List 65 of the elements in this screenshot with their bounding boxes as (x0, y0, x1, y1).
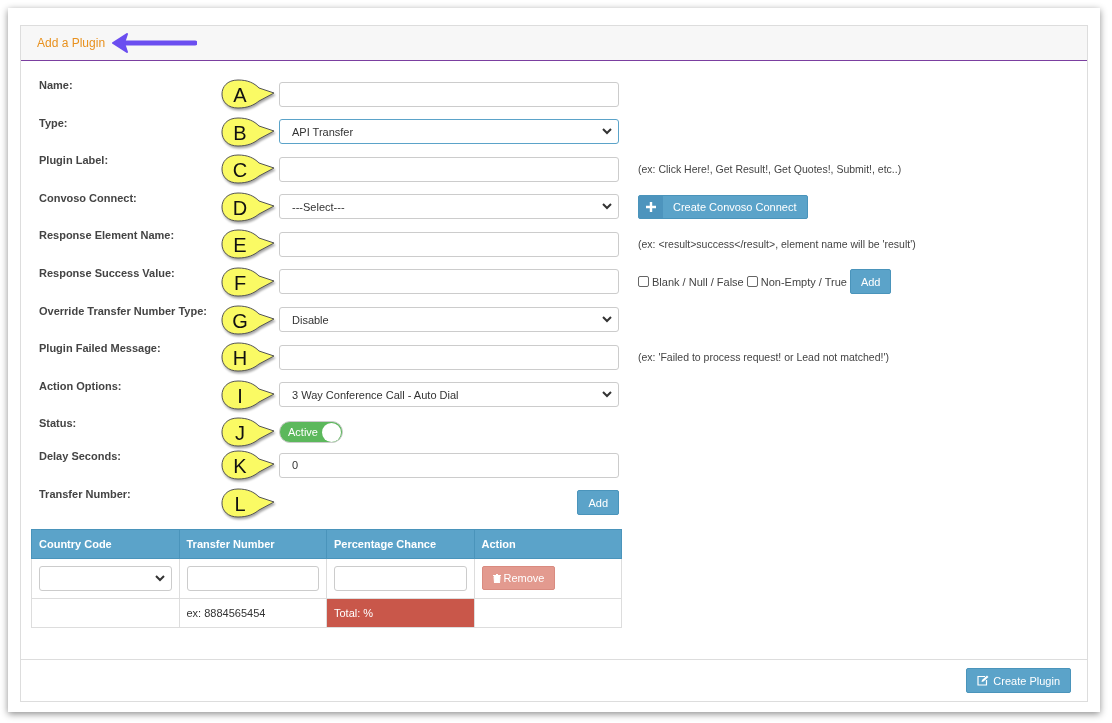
chevron-icon (154, 574, 165, 582)
add-button[interactable]: Add (849, 269, 892, 295)
create-connect-button[interactable]: Create Convoso Connect (638, 194, 808, 219)
callout-marker: J (221, 415, 277, 450)
text-field[interactable] (334, 565, 467, 591)
field-label: Plugin Failed Message: (39, 341, 162, 355)
callout-marker: A (221, 77, 277, 111)
remove-button[interactable]: Remove (481, 566, 556, 591)
callout-marker: E (221, 227, 277, 262)
plus-icon (646, 201, 656, 212)
edit-icon (977, 675, 990, 686)
chevron-icon (602, 203, 612, 211)
column-header: Transfer Number (179, 529, 327, 559)
dropdown-field[interactable]: Disable (279, 307, 619, 333)
field-label: Convoso Connect: (39, 190, 138, 204)
callout-marker: K (221, 448, 277, 483)
text-field[interactable]: 0 (279, 452, 619, 478)
column-header: Percentage Chance (326, 529, 474, 559)
callout-marker: F (221, 264, 277, 299)
checkbox-label: Blank / Null / False (652, 275, 744, 288)
callout-marker: B (221, 114, 277, 149)
chevron-icon (602, 128, 612, 136)
text-field[interactable] (279, 156, 619, 182)
add-button[interactable]: Add (577, 490, 619, 516)
field-label: Plugin Label: (39, 153, 110, 167)
create-plugin-button[interactable]: Create Plugin (966, 668, 1071, 693)
callout-marker: H (221, 340, 277, 375)
field-label: Type: (39, 115, 69, 129)
hint-text: (ex: 'Failed to process request! or Lead not matched!') (638, 351, 889, 364)
text-field[interactable] (279, 231, 619, 257)
panel-title: Add a Plugin (37, 36, 106, 50)
callout-marker: D (221, 189, 277, 224)
chevron-icon (602, 391, 612, 399)
status-toggle[interactable]: Active (279, 421, 343, 444)
field-label: Name: (39, 78, 74, 91)
chevron-icon (602, 316, 612, 324)
field-label: Status: (39, 416, 78, 430)
field-label: Action Options: (39, 378, 123, 392)
column-header: Country Code (31, 529, 179, 559)
table-cell: ex: 8884565454 (179, 598, 327, 628)
dropdown-field[interactable]: API Transfer (279, 119, 619, 145)
text-field[interactable] (186, 565, 319, 591)
text-field[interactable] (279, 81, 619, 107)
column-header: Action (474, 529, 622, 559)
checkbox[interactable] (638, 276, 649, 288)
dropdown-field[interactable] (39, 565, 172, 591)
hint-text: (ex: <result>success</result>, element name will be 'result') (638, 238, 916, 251)
dropdown-field[interactable]: ---Select--- (279, 194, 619, 220)
field-label: Response Element Name: (39, 228, 176, 242)
text-field[interactable] (279, 344, 619, 370)
hint-text: (ex: Click Here!, Get Result!, Get Quotes!, Submit!, etc..) (638, 163, 902, 176)
callout-marker: L (221, 485, 277, 520)
callout-marker: G (221, 302, 277, 337)
dropdown-field[interactable]: 3 Way Conference Call - Auto Dial (279, 382, 619, 408)
text-field[interactable] (279, 269, 619, 295)
field-label: Transfer Number: (39, 486, 132, 500)
trash-icon (492, 573, 501, 583)
checkbox[interactable] (746, 276, 758, 288)
callout-marker: I (221, 377, 277, 412)
total-cell: Total: % (326, 598, 474, 628)
field-label: Delay Seconds: (39, 449, 122, 463)
checkbox-label: Non-Empty / True (760, 275, 847, 288)
field-label: Response Success Value: (39, 265, 176, 279)
callout-marker: C (221, 152, 277, 187)
field-label: Override Transfer Number Type: (39, 303, 208, 317)
